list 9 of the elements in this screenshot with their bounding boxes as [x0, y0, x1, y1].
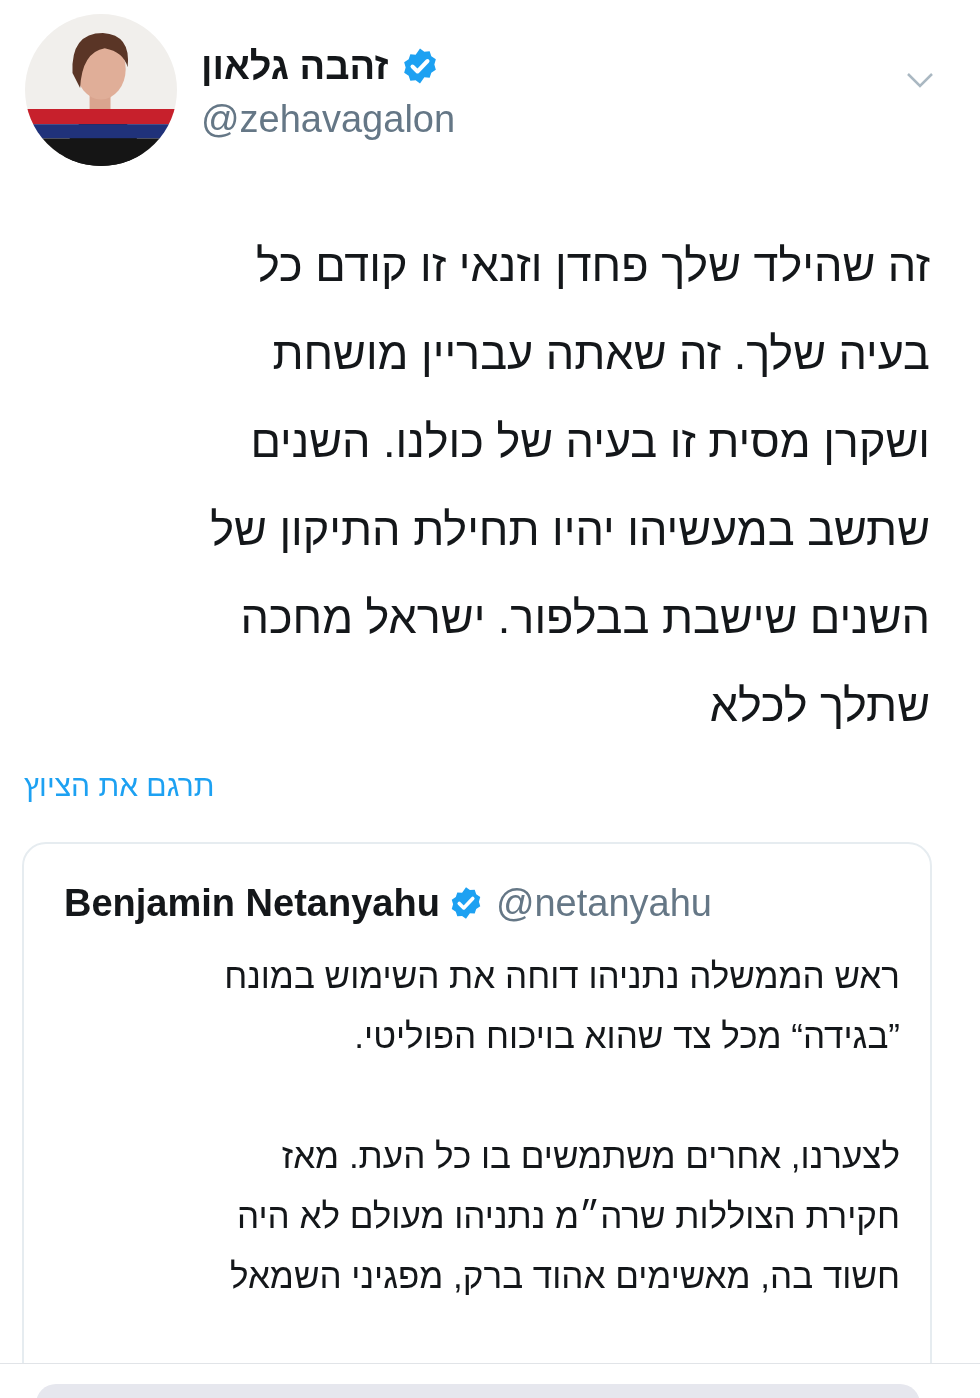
author-handle[interactable]: @zehavagalon — [201, 96, 906, 142]
tweet-text: זה שהילד שלך פחדן וזנאי זו קודם כל בעיה שלך. זה שאתה עבריין מושחת ושקרן מסית זו בעיה של כולנו. השנים שתשב במעשיהו יהיו תחילת התיקון של השנים שישבת בבלפור. ישראל מחכה שתלך לכלא — [209, 239, 930, 733]
translate-link[interactable]: תרגם את הציוץ — [24, 764, 215, 808]
author-name[interactable]: זהבה גלאון — [201, 43, 389, 89]
quoted-author-handle: @netanyahu — [495, 881, 712, 925]
chevron-down-icon[interactable] — [906, 72, 934, 88]
quoted-tweet-paragraph: לצערנו, אחרים משתמשים בו כל העת. מאז חקירת הצוללות שרה״מ נתניהו מעולם לא היה חשוד בה, מאשימים אהוד ברק, מפגיני השמאל — [229, 1135, 900, 1297]
quoted-tweet-paragraph: ראש הממשלה נתניהו דוחה את השימוש במונח ”בגידה“ מכל צד שהוא בויכוח הפוליטי. — [223, 955, 900, 1057]
quoted-author-name: Benjamin Netanyahu — [64, 881, 440, 925]
